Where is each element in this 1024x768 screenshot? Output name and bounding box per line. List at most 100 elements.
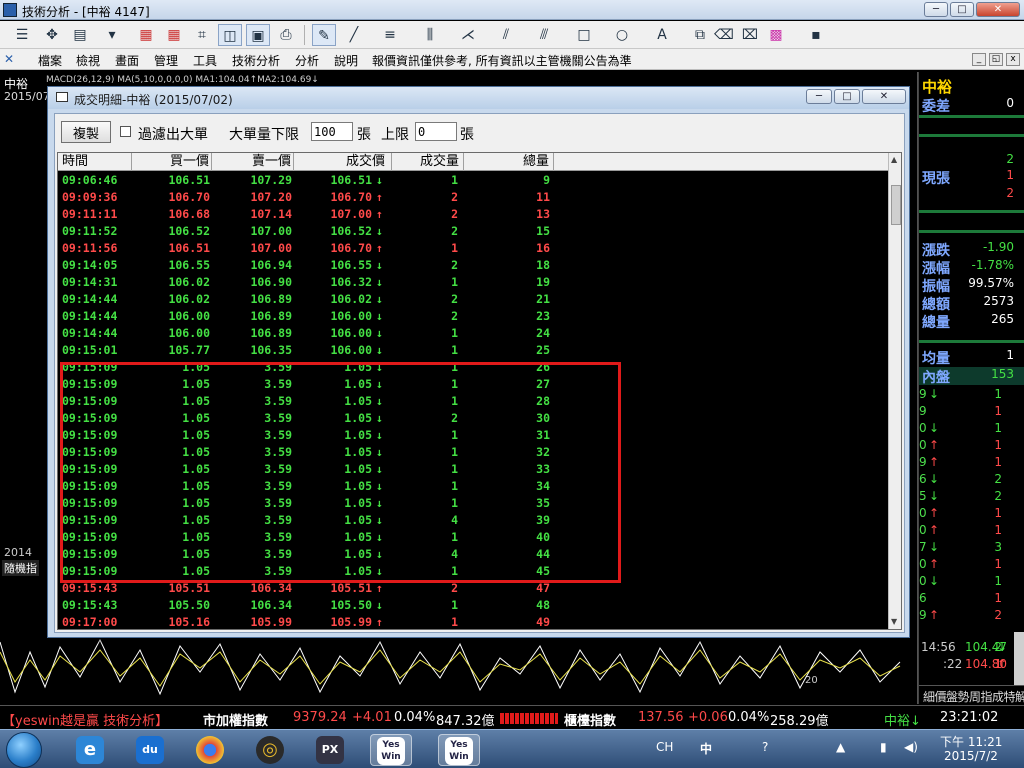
table-row[interactable]: 09:15:09 1.05 3.59 1.05 1 45 ↓ [58,563,888,580]
taskbar-chrome[interactable]: ● [190,734,232,766]
trend-icon[interactable]: ⌗ [190,24,214,46]
minimize-button[interactable]: ─ [924,2,948,17]
col-volume[interactable]: 成交量 [392,153,464,171]
table-row[interactable]: 09:06:46 106.51 107.29 106.51 1 9 ↓ [58,172,888,189]
erase-all-icon[interactable]: ⌧ [738,24,762,46]
close-button[interactable]: ✕ [976,2,1020,17]
hline-icon[interactable]: ≡ [378,24,402,46]
ime-indicator[interactable]: CH [656,740,673,754]
taskbar-media[interactable]: PX [310,734,352,766]
menu-analysis[interactable]: 分析 [295,52,319,69]
taskbar-app4[interactable]: ◎ [250,734,292,766]
table-row[interactable]: 09:14:31 106.02 106.90 106.32 1 19 ↓ [58,274,888,291]
taskbar-yeswin-2[interactable]: Yes Win [438,734,480,766]
dropdown-icon[interactable]: ▾ [100,24,124,46]
table-row[interactable]: 09:15:09 1.05 3.59 1.05 4 39 ↓ [58,512,888,529]
kline-icon[interactable]: ◫ [218,24,242,46]
table-row[interactable]: 09:15:43 105.50 106.34 105.50 1 48 ↓ [58,597,888,614]
taskbar-ie[interactable]: e [70,734,112,766]
table-row[interactable]: 09:15:09 1.05 3.59 1.05 1 34 ↓ [58,478,888,495]
table-row[interactable]: 09:15:09 1.05 3.59 1.05 2 30 ↓ [58,410,888,427]
chart-b-icon[interactable]: ▦ [162,24,186,46]
menu-manage[interactable]: 管理 [154,52,178,69]
text-icon[interactable]: A [650,24,674,46]
scroll-up-icon[interactable]: ▲ [891,155,897,164]
upper-limit-input[interactable] [415,122,457,141]
col-total[interactable]: 總量 [464,153,554,171]
table-row[interactable]: 09:15:09 1.05 3.59 1.05 1 26 ↓ [58,359,888,376]
color-palette-icon[interactable]: ▩ [764,24,788,46]
quote-tab[interactable]: 特 [1004,688,1016,705]
col-ask[interactable]: 賣一價 [212,153,294,171]
quote-tab[interactable]: 細 [923,688,935,705]
start-button[interactable] [6,732,42,768]
table-row[interactable]: 09:15:09 1.05 3.59 1.05 1 40 ↓ [58,529,888,546]
dialog-minimize-button[interactable]: ─ [806,89,832,104]
menu-help[interactable]: 說明 [334,52,358,69]
mdi-restore-button[interactable]: ◱ [989,53,1003,66]
dialog-maximize-button[interactable]: □ [834,89,860,104]
grid-icon[interactable]: ▤ [68,24,92,46]
table-row[interactable]: 09:15:09 1.05 3.59 1.05 1 28 ↓ [58,393,888,410]
table-row[interactable]: 09:17:00 105.16 105.99 105.99 1 49 ↑ [58,614,888,629]
vline-icon[interactable]: ⫼ [418,24,442,46]
detail-icon[interactable]: ▣ [246,24,270,46]
fan-icon[interactable]: ⋌ [456,24,480,46]
quote-tab[interactable]: 勢 [958,688,970,705]
layout-icon[interactable]: ☰ [10,24,34,46]
dialog-close-button[interactable]: ✕ [862,89,906,104]
col-time[interactable]: 時間 [58,153,132,171]
table-row[interactable]: 09:11:11 106.68 107.14 107.00 2 13 ↑ [58,206,888,223]
quote-tab[interactable]: 周 [969,688,981,705]
filter-big-orders-checkbox[interactable] [120,126,131,137]
table-row[interactable]: 09:15:09 1.05 3.59 1.05 1 35 ↓ [58,495,888,512]
table-row[interactable]: 09:11:56 106.51 107.00 106.70 1 16 ↑ [58,240,888,257]
table-row[interactable]: 09:15:09 1.05 3.59 1.05 1 31 ↓ [58,427,888,444]
taskbar-yeswin-1[interactable]: Yes Win [370,734,412,766]
menu-technical[interactable]: 技術分析 [232,52,280,69]
save-icon[interactable]: ▪ [804,24,828,46]
quote-tab[interactable]: 盤 [946,688,958,705]
quote-tab[interactable]: 價 [935,688,947,705]
menu-file[interactable]: 檔案 [38,52,62,69]
maximize-button[interactable]: □ [950,2,974,17]
help-icon[interactable]: ? [762,740,768,754]
clock-time[interactable]: 下午 11:21 [940,733,1002,750]
mdi-minimize-button[interactable]: _ [972,53,986,66]
copy-button[interactable]: 複製 [61,121,111,143]
chart-a-icon[interactable]: ▦ [134,24,158,46]
quote-tab[interactable]: 成 [992,688,1004,705]
table-row[interactable]: 09:15:09 1.05 3.59 1.05 1 32 ↓ [58,444,888,461]
draw-pen-icon[interactable]: ✎ [312,24,336,46]
trade-table[interactable]: 時間 買一價 賣一價 成交價 成交量 總量 09:06:46 106.51 107.… [57,152,902,630]
volume-icon[interactable]: ◀) [904,740,918,754]
menu-tools[interactable]: 工具 [193,52,217,69]
ime-chinese-indicator[interactable]: 中 [700,740,712,757]
table-row[interactable]: 09:15:09 1.05 3.59 1.05 1 33 ↓ [58,461,888,478]
table-row[interactable]: 09:14:05 106.55 106.94 106.55 2 18 ↓ [58,257,888,274]
ellipse-icon[interactable]: ○ [610,24,634,46]
table-row[interactable]: 09:15:01 105.77 106.35 106.00 1 25 ↓ [58,342,888,359]
table-row[interactable]: 09:14:44 106.02 106.89 106.02 2 21 ↓ [58,291,888,308]
tray-expand-icon[interactable]: ▲ [836,740,845,754]
menu-screen[interactable]: 畫面 [115,52,139,69]
col-bid[interactable]: 買一價 [132,153,212,171]
move-icon[interactable]: ✥ [40,24,64,46]
menu-view[interactable]: 檢視 [76,52,100,69]
channel-icon[interactable]: ⫽ [494,24,518,46]
network-icon[interactable]: ▮ [880,740,887,754]
eraser-icon[interactable]: ⌫ [712,24,736,46]
quote-scrollbar[interactable] [1014,632,1024,690]
trade-table-scrollbar[interactable]: ▲ ▼ [888,153,901,629]
table-row[interactable]: 09:15:43 105.51 106.34 105.51 2 47 ↑ [58,580,888,597]
lower-limit-input[interactable] [311,122,353,141]
table-row[interactable]: 09:14:44 106.00 106.89 106.00 2 23 ↓ [58,308,888,325]
clock-date[interactable]: 2015/7/2 [944,749,998,763]
line-icon[interactable]: ╱ [342,24,366,46]
col-price[interactable]: 成交價 [294,153,392,171]
rectangle-icon[interactable]: □ [572,24,596,46]
quote-tab[interactable]: 指 [981,688,993,705]
scroll-down-icon[interactable]: ▼ [891,617,897,626]
parallel-icon[interactable]: ⫻ [532,24,556,46]
table-row[interactable]: 09:15:09 1.05 3.59 1.05 1 27 ↓ [58,376,888,393]
